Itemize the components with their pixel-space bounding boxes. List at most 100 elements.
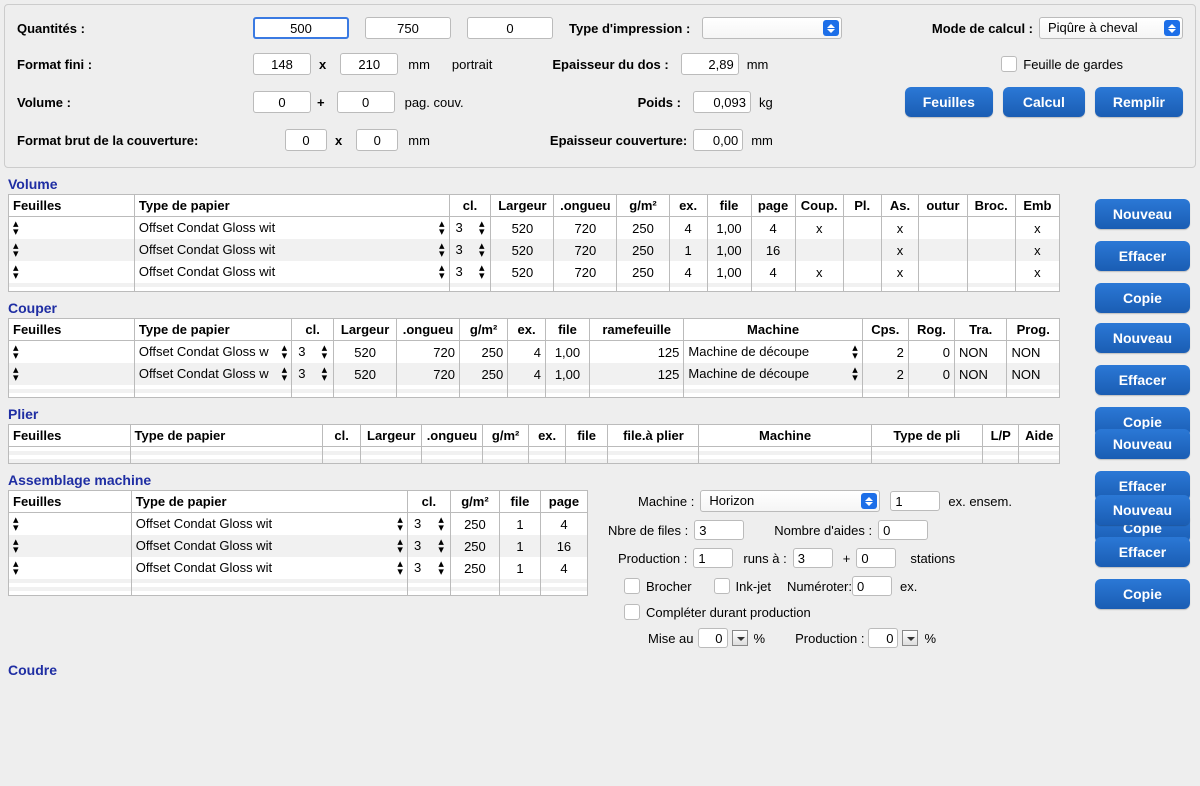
spine-unit: mm [747,57,769,72]
format-fini-orientation: portrait [452,57,492,72]
guard-sheet-checkbox[interactable] [1001,56,1017,72]
col-prog: Prog. [1007,319,1060,341]
table-row[interactable]: ▴▾Offset Condat Gloss w▴▾3▴▾52072025041,… [9,363,1060,385]
volume-label: Volume : [17,95,247,110]
col-file: file [545,319,589,341]
spine-input[interactable] [681,53,739,75]
asm-mise-input[interactable] [698,628,728,648]
print-type-select[interactable] [702,17,842,39]
cover-format-label: Format brut de la couverture: [17,133,247,148]
col-machine: Machine [684,319,862,341]
col-page: page [751,195,795,217]
calc-mode-select[interactable]: Piqûre à cheval [1039,17,1183,39]
col-ex: ex. [508,319,546,341]
col-gsm: g/m² [450,491,499,513]
col-gsm: g/m² [459,319,507,341]
table-row[interactable] [9,459,1060,464]
cover-h-input[interactable] [356,129,398,151]
asm-ensemble-input[interactable] [890,491,940,511]
plier-nouveau-button[interactable]: Nouveau [1095,429,1190,459]
cover-thick-unit: mm [751,133,773,148]
couper-table: Feuilles Type de papier cl. Largeur .ong… [8,318,1060,398]
col-gsm: g/m² [482,425,529,447]
asm-mise-dropdown[interactable] [732,630,748,646]
asm-prod-plus: + [843,551,851,566]
quantity-3-input[interactable] [467,17,553,39]
cover-thick-input[interactable] [693,129,743,151]
asm-prod2-label: Production : [795,631,864,646]
table-row[interactable]: ▴▾Offset Condat Gloss wit▴▾3▴▾25014 [9,557,588,579]
asm-aides-label: Nombre d'aides : [774,523,872,538]
asm-prod-c-input[interactable] [856,548,896,568]
asm-numeroter-input[interactable] [852,576,892,596]
asm-runs-label: runs à : [743,551,786,566]
col-largeur: Largeur [491,195,554,217]
volume-nouveau-button[interactable]: Nouveau [1095,199,1190,229]
calcul-button[interactable]: Calcul [1003,87,1085,117]
col-feuilles: Feuilles [9,195,135,217]
vol-a-input[interactable] [253,91,311,113]
cover-w-input[interactable] [285,129,327,151]
asm-effacer-button[interactable]: Effacer [1095,537,1190,567]
col-file: file [565,425,608,447]
table-row[interactable] [9,287,1060,292]
vol-b-input[interactable] [337,91,395,113]
table-row[interactable]: ▴▾Offset Condat Gloss w▴▾3▴▾52072025041,… [9,341,1060,364]
asm-inkjet-checkbox[interactable] [714,578,730,594]
asm-prod2-input[interactable] [868,628,898,648]
cover-unit: mm [408,133,430,148]
feuilles-button[interactable]: Feuilles [905,87,993,117]
col-paper: Type de papier [134,319,291,341]
asm-machine-label: Machine : [638,494,694,509]
table-row[interactable]: ▴▾Offset Condat Gloss wit▴▾3▴▾5207202501… [9,239,1060,261]
asm-aides-input[interactable] [878,520,928,540]
col-cl: cl. [322,425,360,447]
table-row[interactable]: ▴▾Offset Condat Gloss wit▴▾3▴▾5207202504… [9,217,1060,240]
col-largeur: Largeur [334,319,397,341]
vol-plus: + [317,95,325,110]
col-broc: Broc. [967,195,1015,217]
remplir-button[interactable]: Remplir [1095,87,1183,117]
table-row[interactable]: ▴▾Offset Condat Gloss wit▴▾3▴▾250116 [9,535,588,557]
guard-sheet-label: Feuille de gardes [1023,57,1123,72]
quantities-label: Quantités : [17,21,247,36]
col-tra: Tra. [955,319,1007,341]
table-row[interactable]: ▴▾Offset Condat Gloss wit▴▾3▴▾5207202504… [9,261,1060,283]
col-typedepli: Type de pli [871,425,982,447]
format-fini-label: Format fini : [17,57,247,72]
asm-nbfiles-input[interactable] [694,520,744,540]
quantity-2-input[interactable] [365,17,451,39]
asm-brocher-checkbox[interactable] [624,578,640,594]
volume-copie-button[interactable]: Copie [1095,283,1190,313]
volume-section-title: Volume [8,176,1200,192]
format-fini-width-input[interactable] [253,53,311,75]
col-cl: cl. [292,319,334,341]
couper-effacer-button[interactable]: Effacer [1095,365,1190,395]
asm-machine-select[interactable]: Horizon [700,490,880,512]
asm-prod-a-input[interactable] [693,548,733,568]
asm-copie-button[interactable]: Copie [1095,579,1190,609]
asm-numeroter-ex: ex. [900,579,917,594]
col-file: file [707,195,751,217]
quantity-1-input[interactable] [253,17,349,39]
volume-effacer-button[interactable]: Effacer [1095,241,1190,271]
asm-mise-pct: % [754,631,766,646]
format-fini-height-input[interactable] [340,53,398,75]
weight-input[interactable] [693,91,751,113]
col-as: As. [881,195,919,217]
asm-prod2-pct: % [924,631,936,646]
cover-thick-label: Epaisseur couverture: [550,133,687,148]
col-cps: Cps. [862,319,908,341]
table-row[interactable] [9,591,588,596]
asm-prod-label: Production : [618,551,687,566]
col-feuilles: Feuilles [9,425,131,447]
table-row[interactable]: ▴▾Offset Condat Gloss wit▴▾3▴▾25014 [9,513,588,536]
asm-completer-checkbox[interactable] [624,604,640,620]
col-fileaplier: file.à plier [608,425,699,447]
asm-prod2-dropdown[interactable] [902,630,918,646]
table-row[interactable] [9,393,1060,398]
couper-nouveau-button[interactable]: Nouveau [1095,323,1190,353]
col-rog: Rog. [908,319,954,341]
asm-prod-b-input[interactable] [793,548,833,568]
asm-nouveau-button[interactable]: Nouveau [1095,495,1190,525]
